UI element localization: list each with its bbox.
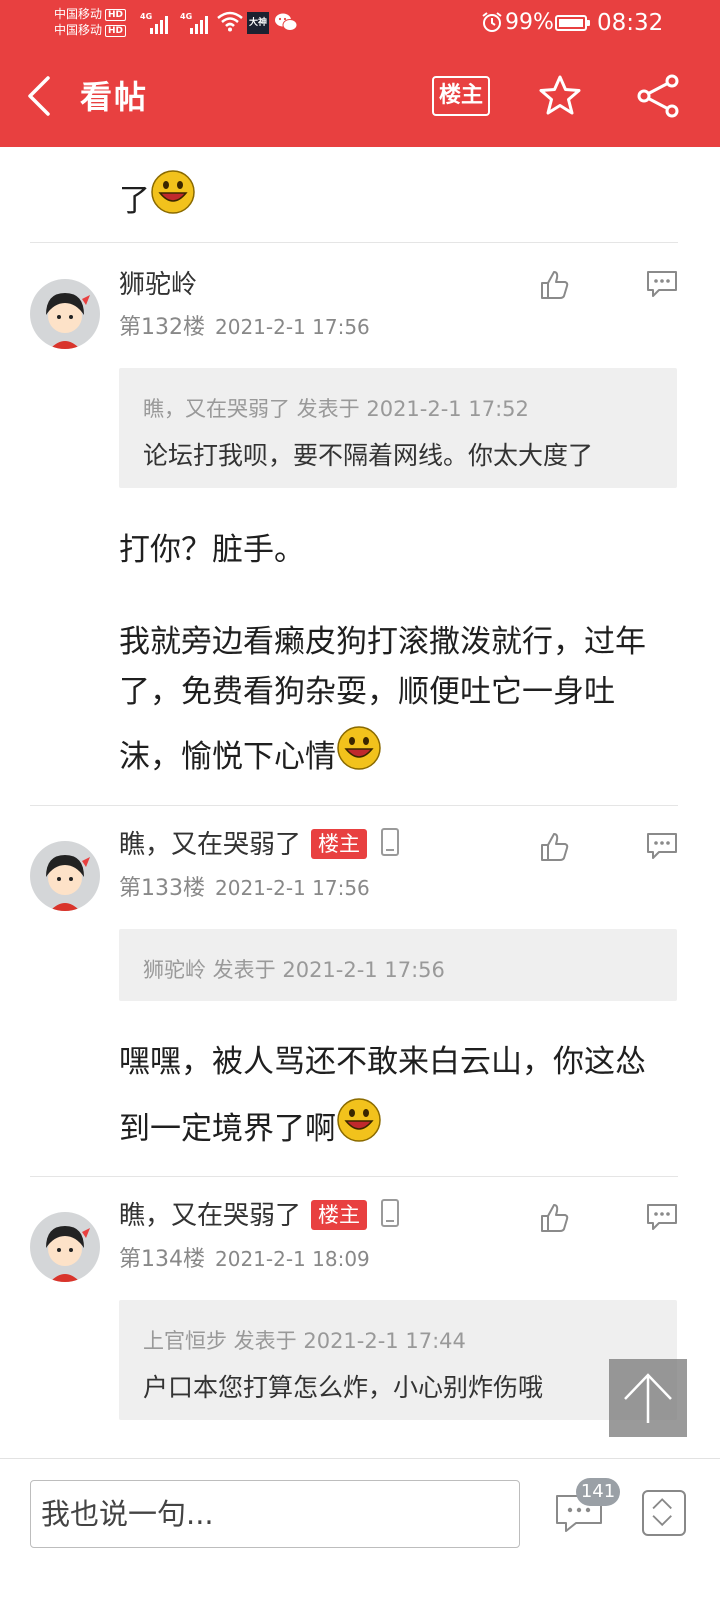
avatar-icon bbox=[46, 1226, 90, 1282]
floor-info: 第133楼 2021-2-1 17:56 bbox=[119, 873, 370, 904]
post-time: 2021-2-1 17:56 bbox=[215, 315, 370, 339]
quote-text: 论坛打我呗，要不隔着网线。你太大度了 bbox=[143, 441, 594, 470]
up-down-chevron-icon bbox=[652, 1498, 672, 1527]
bottom-reply-bar: 我也说一句... 141 bbox=[0, 1458, 720, 1601]
avatar[interactable] bbox=[30, 841, 100, 911]
floor-number: 第132楼 bbox=[119, 315, 205, 340]
page-title: 看帖 bbox=[80, 78, 149, 116]
mobile-device-icon bbox=[381, 1199, 400, 1227]
status-bar: 中国移动 HD 中国移动 HD 4G 4G 大神 99% 08:32 bbox=[0, 0, 720, 48]
avatar[interactable] bbox=[30, 279, 100, 349]
app-top-bar: 中国移动 HD 中国移动 HD 4G 4G 大神 99% 08:32 看帖 楼主 bbox=[0, 0, 720, 147]
nav-header: 看帖 楼主 bbox=[0, 48, 720, 147]
scroll-to-top-button[interactable] bbox=[609, 1359, 687, 1437]
thumbs-up-icon[interactable] bbox=[538, 269, 570, 301]
status-time: 08:32 bbox=[597, 10, 664, 36]
username-row: 瞧，又在哭弱了 楼主 bbox=[119, 827, 400, 863]
floor-number: 第133楼 bbox=[119, 876, 205, 901]
avatar-icon bbox=[46, 293, 90, 349]
star-icon[interactable] bbox=[536, 72, 584, 120]
laughing-emoji-icon bbox=[151, 170, 195, 214]
post-body-line: 嘿嘿，被人骂还不敢来白云山，你这怂 bbox=[119, 1044, 646, 1080]
post-body-line-with-emoji: 到一定境界了啊 bbox=[119, 1097, 679, 1154]
post-body-line: 了，免费看狗杂耍，顺便吐它一身吐 bbox=[119, 674, 615, 710]
post-body-line: 打你？脏手。 bbox=[119, 532, 305, 568]
username[interactable]: 瞧，又在哭弱了 bbox=[119, 1201, 301, 1231]
alarm-icon bbox=[482, 12, 502, 32]
comment-icon[interactable] bbox=[645, 1202, 679, 1232]
hd-badge-1: HD bbox=[105, 9, 127, 21]
post-divider bbox=[30, 805, 678, 806]
quote-text: 户口本您打算怎么炸，小心别炸伤哦 bbox=[143, 1373, 544, 1402]
share-icon[interactable] bbox=[634, 72, 682, 120]
page-jump-button[interactable] bbox=[642, 1490, 686, 1536]
comment-icon[interactable] bbox=[645, 269, 679, 299]
quoted-reply[interactable]: 瞧，又在哭弱了 发表于 2021-2-1 17:52 论坛打我呗，要不隔着网线。… bbox=[119, 368, 677, 488]
quoted-reply[interactable]: 上官恒步 发表于 2021-2-1 17:44 户口本您打算怎么炸，小心别炸伤哦 bbox=[119, 1300, 677, 1420]
username-row: 瞧，又在哭弱了 楼主 bbox=[119, 1198, 400, 1234]
laughing-emoji-icon bbox=[337, 1098, 381, 1142]
mobile-device-icon bbox=[381, 828, 400, 856]
op-badge: 楼主 bbox=[311, 1200, 368, 1230]
post-divider bbox=[30, 1176, 678, 1177]
op-only-filter-button[interactable]: 楼主 bbox=[432, 76, 490, 116]
quoted-reply[interactable]: 狮驼岭 发表于 2021-2-1 17:56 bbox=[119, 929, 677, 1001]
reply-input[interactable]: 我也说一句... bbox=[30, 1480, 520, 1548]
username[interactable]: 瞧，又在哭弱了 bbox=[119, 830, 301, 860]
back-icon[interactable] bbox=[18, 68, 68, 124]
post-body-line-with-emoji: 沫，愉悦下心情 bbox=[119, 725, 679, 782]
username[interactable]: 狮驼岭 bbox=[119, 267, 197, 303]
floor-info: 第132楼 2021-2-1 17:56 bbox=[119, 312, 370, 343]
post-time: 2021-2-1 18:09 bbox=[215, 1247, 370, 1271]
post-body-line: 我就旁边看癞皮狗打滚撒泼就行，过年 bbox=[119, 624, 646, 660]
wechat-icon bbox=[275, 13, 298, 31]
floor-info: 第134楼 2021-2-1 18:09 bbox=[119, 1244, 370, 1275]
hd-badge-2: HD bbox=[105, 25, 127, 37]
post-divider bbox=[30, 242, 678, 243]
thumbs-up-icon[interactable] bbox=[538, 831, 570, 863]
avatar-icon bbox=[46, 855, 90, 911]
wifi-icon bbox=[217, 11, 243, 32]
carrier-1: 中国移动 bbox=[54, 7, 103, 21]
battery-percent: 99% bbox=[505, 10, 554, 35]
comment-icon[interactable] bbox=[645, 831, 679, 861]
quote-meta: 上官恒步 发表于 2021-2-1 17:44 bbox=[143, 1329, 466, 1353]
post-time: 2021-2-1 17:56 bbox=[215, 876, 370, 900]
partial-post-text: 了 bbox=[119, 169, 679, 226]
avatar[interactable] bbox=[30, 1212, 100, 1282]
carrier-2: 中国移动 bbox=[54, 23, 103, 37]
arrow-up-icon bbox=[624, 1373, 672, 1423]
dashen-app-icon: 大神 bbox=[247, 12, 269, 34]
carrier-info: 中国移动 HD 中国移动 HD bbox=[54, 6, 127, 38]
thumbs-up-icon[interactable] bbox=[538, 1202, 570, 1234]
quote-meta: 瞧，又在哭弱了 发表于 2021-2-1 17:52 bbox=[143, 397, 529, 421]
floor-number: 第134楼 bbox=[119, 1247, 205, 1272]
battery-icon bbox=[555, 15, 590, 31]
op-badge: 楼主 bbox=[311, 829, 368, 859]
quote-meta: 狮驼岭 发表于 2021-2-1 17:56 bbox=[143, 958, 445, 982]
comment-count-badge: 141 bbox=[576, 1478, 620, 1506]
laughing-emoji-icon bbox=[337, 726, 381, 770]
